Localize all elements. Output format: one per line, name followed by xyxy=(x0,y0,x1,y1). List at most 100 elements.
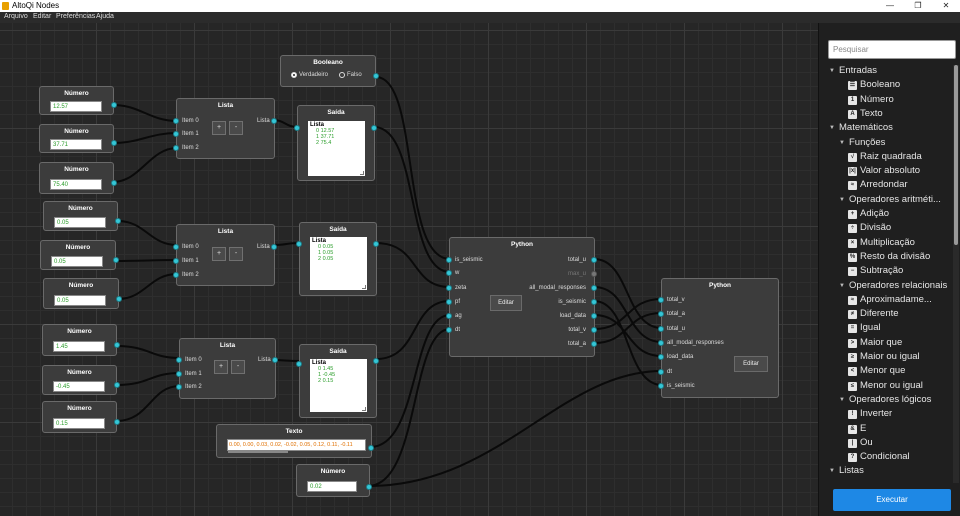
numero-node[interactable]: Número 0.02 xyxy=(296,464,372,497)
python-node[interactable]: Python total_v total_a total_u all_modal… xyxy=(658,278,779,398)
input-port[interactable] xyxy=(658,369,664,375)
input-port[interactable] xyxy=(446,257,452,263)
lista-node[interactable]: Lista Item 0 Item 1 Item 2 + - Lista xyxy=(173,98,277,159)
tree-item[interactable]: ▼ Entradas xyxy=(819,65,953,79)
tree-item[interactable]: ▼ Operadores relacionais xyxy=(819,280,953,294)
tree-item[interactable]: − Subtração xyxy=(819,265,953,279)
numero-node[interactable]: Número 75.40 xyxy=(39,162,117,194)
output-port[interactable] xyxy=(591,257,597,263)
input-port[interactable] xyxy=(446,313,452,319)
saida-node[interactable]: Saída Lista 0 12.57 1 37.71 2 75.4 xyxy=(294,105,377,181)
resize-grip-icon[interactable] xyxy=(362,285,366,289)
tree-item[interactable]: ≤ Menor ou igual xyxy=(819,380,953,394)
output-port[interactable] xyxy=(113,257,119,263)
numero-node[interactable]: Número 0.15 xyxy=(42,401,120,433)
output-port[interactable] xyxy=(591,271,597,277)
input-port[interactable] xyxy=(294,125,300,131)
lista-node[interactable]: Lista Item 0 Item 1 Item 2 + - Lista xyxy=(173,224,277,286)
numero-node[interactable]: Número 37.71 xyxy=(39,124,117,153)
number-input[interactable]: 75.40 xyxy=(50,179,102,190)
number-input[interactable]: 37.71 xyxy=(50,139,102,150)
output-port[interactable] xyxy=(371,125,377,131)
tree-item[interactable]: < Menor que xyxy=(819,365,953,379)
input-port[interactable] xyxy=(446,327,452,333)
node-tree[interactable]: ▼ Entradas ☰ Booleano 1 Número A Texto ▼ Matemáti… xyxy=(819,65,953,483)
input-port[interactable] xyxy=(658,354,664,360)
lista-node[interactable]: Lista Item 0 Item 1 Item 2 + - Lista xyxy=(176,338,278,399)
close-button[interactable]: ✕ xyxy=(932,0,960,12)
output-port[interactable] xyxy=(591,285,597,291)
booleano-node[interactable]: Booleano Verdadeiro Falso xyxy=(280,55,379,87)
number-input[interactable]: 0.05 xyxy=(51,256,103,267)
output-port[interactable] xyxy=(271,118,277,124)
output-port[interactable] xyxy=(272,357,278,363)
tree-item[interactable]: ≠ Diferente xyxy=(819,308,953,322)
input-port[interactable] xyxy=(658,383,664,389)
input-port[interactable] xyxy=(173,272,179,278)
input-port[interactable] xyxy=(176,357,182,363)
numero-node[interactable]: Número 12.57 xyxy=(39,86,117,115)
tree-item[interactable]: ▼ Operadores aritméti... xyxy=(819,194,953,208)
numero-node[interactable]: Número 0.05 xyxy=(43,278,122,309)
minimize-button[interactable]: — xyxy=(876,0,904,12)
output-port[interactable] xyxy=(116,296,122,302)
output-port[interactable] xyxy=(111,102,117,108)
tree-item[interactable]: ÷ Divisão xyxy=(819,222,953,236)
input-port[interactable] xyxy=(173,131,179,137)
number-input[interactable]: 1.45 xyxy=(53,341,105,352)
output-port[interactable] xyxy=(368,445,374,451)
output-port[interactable] xyxy=(114,419,120,425)
output-port[interactable] xyxy=(114,382,120,388)
output-port[interactable] xyxy=(373,73,379,79)
input-port[interactable] xyxy=(173,145,179,151)
tree-item[interactable]: 1 Número xyxy=(819,94,953,108)
number-input[interactable]: 0.02 xyxy=(307,481,357,492)
numero-node[interactable]: Número 0.05 xyxy=(40,240,119,270)
input-port[interactable] xyxy=(658,340,664,346)
output-port[interactable] xyxy=(373,358,379,364)
output-port[interactable] xyxy=(591,327,597,333)
resize-grip-icon[interactable] xyxy=(360,171,364,175)
input-port[interactable] xyxy=(176,371,182,377)
number-input[interactable]: 12.57 xyxy=(50,101,102,112)
expand-arrow-icon[interactable]: ▼ xyxy=(829,68,835,74)
input-port[interactable] xyxy=(446,285,452,291)
tree-item[interactable]: ≈ Aproximadame... xyxy=(819,294,953,308)
tree-item[interactable]: % Resto da divisão xyxy=(819,251,953,265)
input-port[interactable] xyxy=(446,270,452,276)
output-port[interactable] xyxy=(111,140,117,146)
input-port[interactable] xyxy=(173,244,179,250)
python-node[interactable]: Python is_seismic w zeta pf ag dt Editar… xyxy=(446,237,597,357)
radio-verdadeiro[interactable] xyxy=(291,72,297,78)
tree-item[interactable]: | Ou xyxy=(819,437,953,451)
input-port[interactable] xyxy=(658,326,664,332)
text-input[interactable]: 0.00, 0.00, 0.03, 0.02, -0.02, 0.05, 0.1… xyxy=(227,439,366,451)
input-port[interactable] xyxy=(173,118,179,124)
output-port[interactable] xyxy=(111,180,117,186)
tree-item[interactable]: ▼ Matemáticos xyxy=(819,122,953,136)
saida-node[interactable]: Saída Lista 0 0.05 1 0.05 2 0.05 xyxy=(296,222,379,296)
tree-item[interactable]: ≈ Arredondar xyxy=(819,179,953,193)
output-port[interactable] xyxy=(366,484,372,490)
tree-item[interactable]: ▼ Listas xyxy=(819,465,953,479)
numero-node[interactable]: Número 0.05 xyxy=(43,201,121,231)
tree-item[interactable]: ? Condicional xyxy=(819,451,953,465)
output-port[interactable] xyxy=(591,313,597,319)
tree-item[interactable]: × Multiplicação xyxy=(819,237,953,251)
tree-item[interactable]: ≥ Maior ou igual xyxy=(819,351,953,365)
tree-item[interactable]: + Adição xyxy=(819,208,953,222)
output-port[interactable] xyxy=(271,244,277,250)
expand-arrow-icon[interactable]: ▼ xyxy=(839,197,845,203)
output-port[interactable] xyxy=(591,341,597,347)
resize-grip-icon[interactable] xyxy=(362,407,366,411)
tree-item[interactable]: |x| Valor absoluto xyxy=(819,165,953,179)
menu-arquivo[interactable]: Arquivo xyxy=(4,13,28,20)
radio-falso[interactable] xyxy=(339,72,345,78)
add-item-button[interactable]: + xyxy=(212,121,226,135)
maximize-button[interactable]: ❐ xyxy=(904,0,932,12)
input-port[interactable] xyxy=(658,311,664,317)
tree-item[interactable]: ☰ Booleano xyxy=(819,79,953,93)
scrollbar-thumb[interactable] xyxy=(954,65,958,245)
tree-item[interactable]: ▼ Funções xyxy=(819,137,953,151)
number-input[interactable]: 0.05 xyxy=(54,217,106,228)
